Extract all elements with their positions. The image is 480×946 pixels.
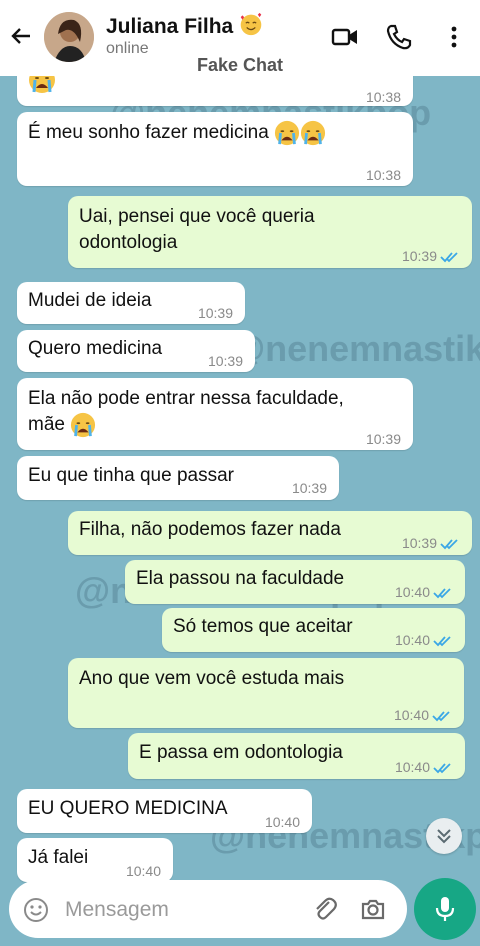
read-ticks-icon <box>433 763 451 774</box>
phone-call-icon[interactable] <box>384 22 414 52</box>
cry-emoji <box>275 120 300 146</box>
message-incoming[interactable]: EU QUERO MEDICINA 10:40 <box>17 789 312 833</box>
scroll-down-button[interactable] <box>426 818 462 854</box>
message-text: Quero medicina <box>28 338 163 359</box>
emoji-icon[interactable] <box>23 897 49 923</box>
message-time: 10:39 <box>365 431 401 447</box>
message-time: 10:39 <box>291 480 327 496</box>
message-text: E passa em odontologia <box>139 742 343 763</box>
read-ticks-icon <box>432 711 450 722</box>
message-outgoing[interactable]: Uai, pensei que você queria odontologia 1… <box>68 196 472 268</box>
message-outgoing[interactable]: Filha, não podemos fazer nada 10:39 <box>68 511 472 555</box>
message-incoming[interactable]: Quero medicina 10:39 <box>17 330 255 372</box>
attach-icon[interactable] <box>311 895 339 923</box>
watermark: @nenemnastikpop <box>230 328 480 369</box>
contact-name[interactable]: Juliana Filha <box>106 12 263 39</box>
camera-icon[interactable] <box>359 895 387 923</box>
microphone-icon <box>435 897 455 921</box>
message-incoming[interactable]: Já falei 10:40 <box>17 838 173 882</box>
message-time: 10:40 <box>394 702 452 728</box>
message-incoming[interactable]: Eu que tinha que passar 10:39 <box>17 456 339 500</box>
message-text: Já falei <box>28 847 89 868</box>
message-incoming[interactable]: Mudei de ideia 10:39 <box>17 282 245 324</box>
message-text: Ela não pode entrar nessa faculdade, mãe <box>28 386 344 438</box>
more-options-icon[interactable] <box>439 22 469 52</box>
smiling-hearts-emoji-icon <box>240 12 262 36</box>
message-text: Filha, não podemos fazer nada <box>79 519 341 540</box>
read-ticks-icon <box>433 588 451 599</box>
message-incoming[interactable]: Ela não pode entrar nessa faculdade, mãe … <box>17 378 413 450</box>
message-time: 10:38 <box>365 167 401 183</box>
message-text: EU QUERO MEDICINA <box>28 798 228 819</box>
message-time: 10:39 <box>402 530 460 556</box>
message-text: Mudei de ideia <box>28 290 152 311</box>
message-outgoing[interactable]: Ela passou na faculdade 10:40 <box>125 560 465 604</box>
read-ticks-icon <box>433 636 451 647</box>
app-label: Fake Chat <box>196 55 284 75</box>
message-time: 10:40 <box>395 754 453 780</box>
voice-message-button[interactable] <box>414 878 476 940</box>
message-outgoing[interactable]: Ano que vem você estuda mais 10:40 <box>68 658 464 728</box>
cry-emoji <box>301 120 326 146</box>
message-time: 10:39 <box>197 305 233 321</box>
message-text: Ano que vem você estuda mais <box>79 668 345 689</box>
read-ticks-icon <box>440 539 458 550</box>
message-text: Ela passou na faculdade <box>136 568 345 589</box>
message-time: 10:40 <box>395 579 453 605</box>
message-text: Uai, pensei que você queria odontologia <box>79 206 315 253</box>
message-outgoing[interactable]: Só temos que aceitar 10:40 <box>162 608 465 652</box>
double-chevron-down-icon <box>437 829 451 844</box>
message-text: Eu que tinha que passar <box>28 465 234 486</box>
message-time: 10:39 <box>402 243 460 269</box>
message-time: 10:40 <box>264 814 300 830</box>
video-call-icon[interactable] <box>330 22 360 52</box>
message-time: 10:40 <box>395 627 453 653</box>
chat-area: @nenemnastikpop @nenemnastikpop @nenemna… <box>0 0 480 946</box>
message-input-placeholder[interactable]: Mensagem <box>65 898 169 922</box>
message-time: 10:38 <box>365 89 401 105</box>
message-composer[interactable]: Mensagem <box>9 880 407 938</box>
back-arrow-icon[interactable] <box>8 22 36 50</box>
message-incoming[interactable]: É meu sonho fazer medicina 10:38 <box>17 112 413 186</box>
message-time: 10:39 <box>207 353 243 369</box>
cry-emoji <box>71 412 96 438</box>
message-outgoing[interactable]: E passa em odontologia 10:40 <box>128 733 465 779</box>
read-ticks-icon <box>440 252 458 263</box>
message-text: É meu sonho fazer medicina <box>28 120 326 146</box>
message-text: Só temos que aceitar <box>173 616 353 637</box>
